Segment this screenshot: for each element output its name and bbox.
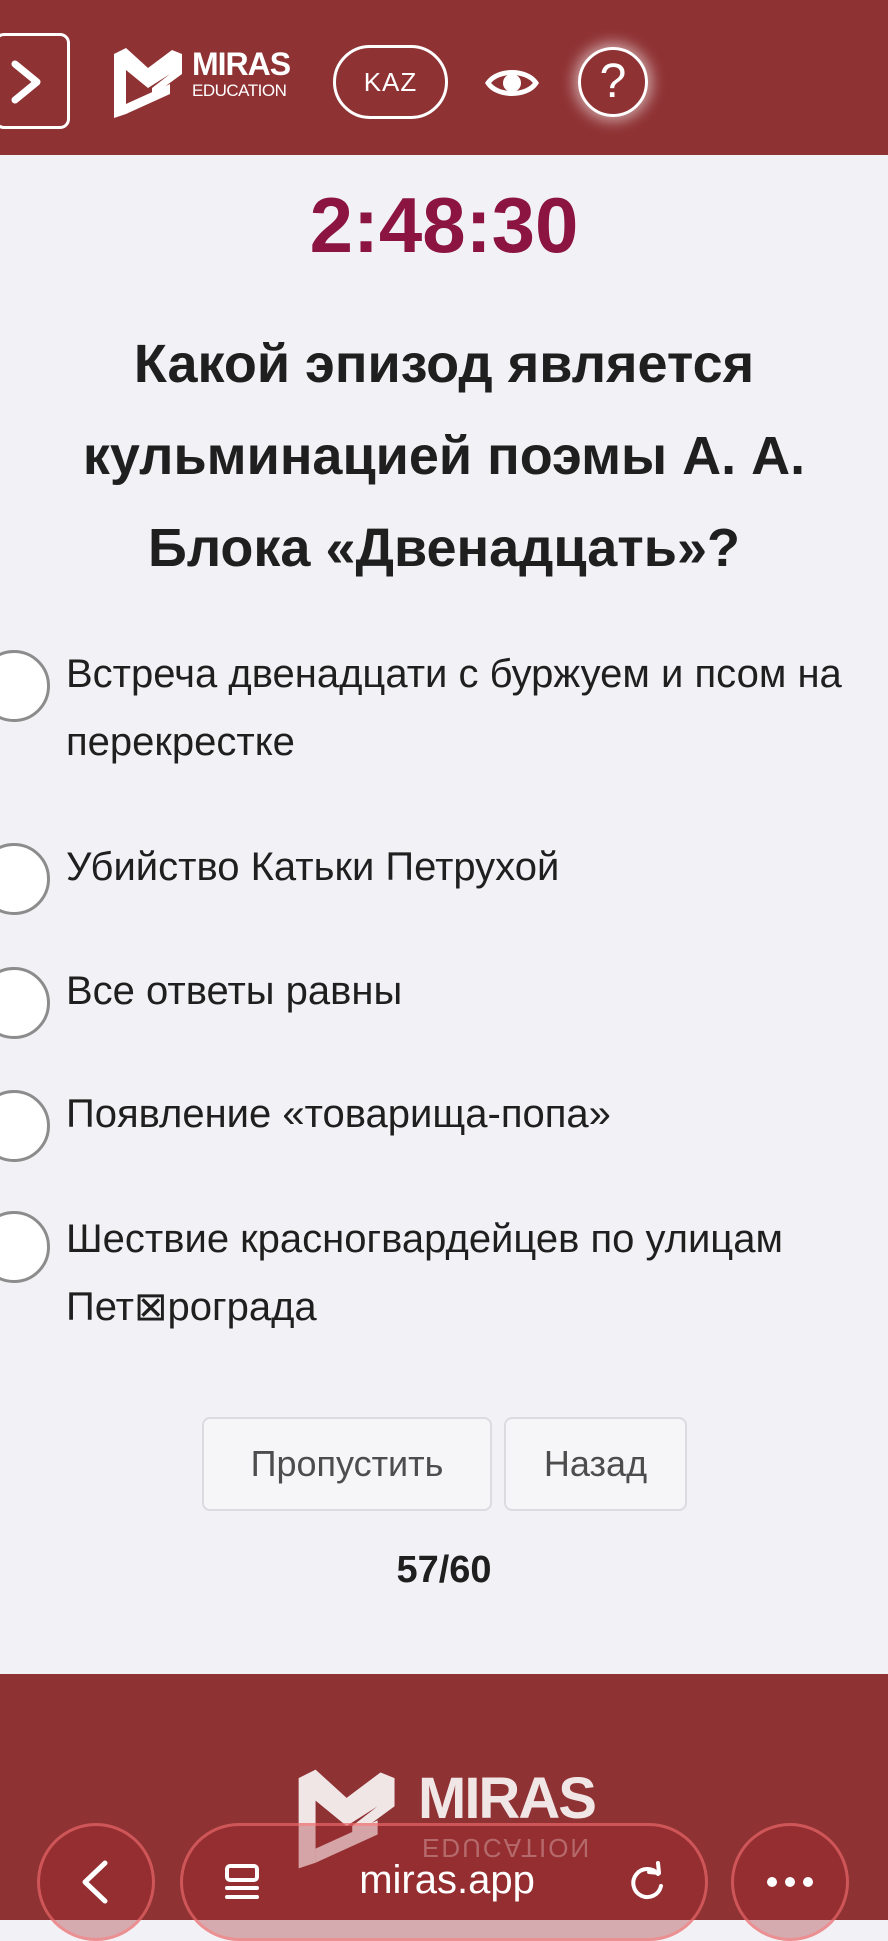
answer-option-text[interactable]: Шествие красногвардейцев по улицам Пет⊠р… — [66, 1205, 846, 1341]
answer-option-text[interactable]: Убийство Катьки Петрухой — [66, 833, 846, 901]
question-counter: 57/60 — [396, 1549, 492, 1591]
top-header: MIRAS EDUCATION KAZ ? — [0, 0, 888, 155]
radio-button[interactable] — [0, 650, 50, 722]
reload-icon[interactable] — [625, 1860, 669, 1904]
more-icon — [767, 1877, 813, 1887]
eye-icon — [485, 70, 539, 96]
chevron-right-icon — [11, 60, 41, 104]
miras-logo-mark — [114, 48, 182, 118]
address-bar[interactable]: miras.app — [180, 1823, 708, 1941]
language-button[interactable]: KAZ — [333, 45, 448, 119]
answer-option-text[interactable]: Все ответы равны — [66, 957, 846, 1025]
radio-button[interactable] — [0, 967, 50, 1039]
browser-more-button[interactable] — [731, 1823, 849, 1941]
browser-back-button[interactable] — [37, 1823, 155, 1941]
answer-option-text[interactable]: Появление «товарища-попа» — [66, 1080, 846, 1148]
skip-button[interactable]: Пропустить — [202, 1417, 492, 1511]
help-button[interactable]: ? — [578, 47, 648, 117]
question-icon: ? — [599, 55, 627, 108]
countdown-timer: 2:48:30 — [309, 181, 579, 269]
miras-logo[interactable]: MIRAS EDUCATION — [112, 44, 302, 124]
answer-option-text[interactable]: Встреча двенадцати с буржуем и псом на п… — [66, 640, 846, 776]
chevron-left-icon — [82, 1860, 108, 1904]
accessibility-button[interactable] — [485, 58, 539, 108]
radio-button[interactable] — [0, 1090, 50, 1162]
menu-toggle-button[interactable] — [0, 33, 70, 129]
back-button[interactable]: Назад — [504, 1417, 687, 1511]
logo-subtitle: EDUCATION — [192, 81, 287, 100]
radio-button[interactable] — [0, 1211, 50, 1283]
question-text: Какой эпизод является кульминацией поэмы… — [82, 334, 806, 578]
logo-wordmark: MIRAS — [192, 46, 291, 82]
radio-button[interactable] — [0, 843, 50, 915]
